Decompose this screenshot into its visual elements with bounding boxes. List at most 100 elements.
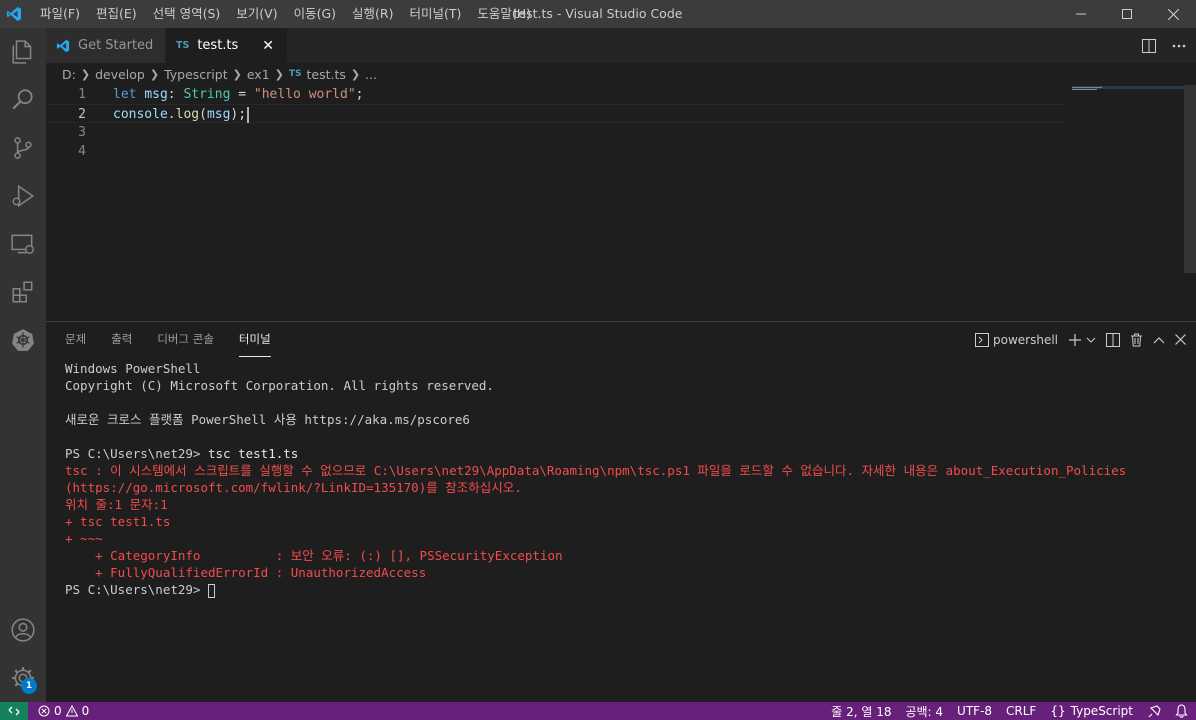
terminal-line: 새로운 크로스 플랫폼 PowerShell 사용 https://aka.ms… bbox=[65, 412, 470, 427]
code-line: 4 bbox=[46, 142, 1064, 161]
terminal-error-line: + ~~~ bbox=[65, 531, 103, 546]
bottom-panel: 문제 출력 디버그 콘솔 터미널 powershell Windows Powe… bbox=[46, 321, 1196, 703]
window-controls bbox=[1058, 0, 1196, 28]
code-editor[interactable]: 1 let msg: String = "hello world"; 2 con… bbox=[46, 85, 1196, 320]
error-count: 0 bbox=[54, 704, 62, 718]
close-panel-icon[interactable] bbox=[1175, 334, 1186, 345]
more-actions-icon[interactable] bbox=[1172, 44, 1186, 48]
code-text: console.log(msg); bbox=[113, 105, 250, 124]
manage-gear-icon[interactable]: 1 bbox=[0, 654, 46, 702]
terminal-select[interactable]: powershell bbox=[975, 332, 1058, 347]
split-editor-icon[interactable] bbox=[1142, 38, 1156, 53]
menu-file[interactable]: 파일(F) bbox=[32, 0, 88, 28]
code-line: 1 let msg: String = "hello world"; bbox=[46, 85, 1064, 104]
tab-test-ts-label: test.ts bbox=[197, 38, 239, 53]
breadcrumb-more[interactable]: ... bbox=[365, 67, 377, 82]
line-number: 2 bbox=[78, 107, 86, 122]
minimap[interactable] bbox=[1072, 85, 1184, 95]
encoding[interactable]: UTF-8 bbox=[957, 704, 992, 718]
close-window-button[interactable] bbox=[1150, 0, 1196, 28]
error-icon bbox=[38, 705, 50, 717]
typescript-file-icon: TS bbox=[288, 69, 302, 79]
line-number: 3 bbox=[78, 125, 86, 140]
terminal-icon bbox=[975, 332, 989, 347]
remote-explorer-icon[interactable] bbox=[0, 220, 46, 268]
maximize-button[interactable] bbox=[1104, 0, 1150, 28]
feedback-icon[interactable] bbox=[1147, 704, 1161, 718]
terminal-error-line: + FullyQualifiedErrorId : UnauthorizedAc… bbox=[65, 565, 427, 580]
chevron-down-icon[interactable] bbox=[1086, 336, 1096, 344]
editor-scrollbar[interactable] bbox=[1184, 85, 1196, 273]
breadcrumb-chevron-icon: ❯ bbox=[232, 67, 242, 81]
terminal-name: powershell bbox=[993, 332, 1058, 347]
menu-edit[interactable]: 편집(E) bbox=[88, 0, 145, 28]
breadcrumb-drive[interactable]: D: bbox=[62, 67, 76, 82]
tab-test-ts[interactable]: TS test.ts ✕ bbox=[166, 28, 288, 63]
tab-actions bbox=[1142, 28, 1186, 63]
source-control-icon[interactable] bbox=[0, 124, 46, 172]
menu-selection[interactable]: 선택 영역(S) bbox=[145, 0, 229, 28]
menu-bar: 파일(F) 편집(E) 선택 영역(S) 보기(V) 이동(G) 실행(R) 터… bbox=[32, 0, 539, 28]
tab-close-icon[interactable]: ✕ bbox=[262, 38, 274, 54]
extensions-icon[interactable] bbox=[0, 268, 46, 316]
code-line-current: 2 console.log(msg); bbox=[46, 104, 1064, 123]
editor-tabs: Get Started TS test.ts ✕ bbox=[46, 28, 1196, 63]
explorer-icon[interactable] bbox=[0, 28, 46, 76]
status-right: 줄 2, 열 18 공백: 4 UTF-8 CRLF {} TypeScript bbox=[831, 702, 1188, 720]
terminal-error-line: (https://go.microsoft.com/fwlink/?LinkID… bbox=[65, 480, 522, 495]
warning-icon bbox=[65, 705, 78, 717]
split-terminal-icon[interactable] bbox=[1106, 332, 1120, 347]
panel-actions: powershell bbox=[975, 322, 1186, 357]
account-icon[interactable] bbox=[0, 606, 46, 654]
remote-indicator-icon[interactable] bbox=[0, 702, 28, 720]
tab-output[interactable]: 출력 bbox=[111, 322, 132, 357]
terminal-line: Copyright (C) Microsoft Corporation. All… bbox=[65, 378, 494, 393]
tab-get-started-label: Get Started bbox=[78, 38, 154, 53]
minimize-button[interactable] bbox=[1058, 0, 1104, 28]
run-debug-icon[interactable] bbox=[0, 172, 46, 220]
trash-icon[interactable] bbox=[1130, 333, 1143, 347]
braces-icon: {} bbox=[1050, 704, 1066, 718]
tab-get-started[interactable]: Get Started bbox=[46, 28, 166, 63]
tab-problems[interactable]: 문제 bbox=[65, 322, 86, 357]
text-cursor bbox=[247, 106, 250, 123]
breadcrumb-chevron-icon: ❯ bbox=[149, 67, 160, 81]
terminal-output[interactable]: Windows PowerShell Copyright (C) Microsof… bbox=[65, 360, 1126, 598]
code-line: 3 bbox=[46, 123, 1064, 142]
code-text: let msg: String = "hello world"; bbox=[113, 87, 364, 102]
menu-run[interactable]: 실행(R) bbox=[344, 0, 401, 28]
end-of-line[interactable]: CRLF bbox=[1006, 704, 1036, 718]
breadcrumb-develop[interactable]: develop bbox=[95, 67, 145, 82]
search-icon[interactable] bbox=[0, 76, 46, 124]
status-bar: 0 0 줄 2, 열 18 공백: 4 UTF-8 CRLF {} TypeScr… bbox=[0, 702, 1196, 720]
breadcrumb-typescript[interactable]: Typescript bbox=[164, 67, 228, 82]
notifications-bell-icon[interactable] bbox=[1175, 704, 1188, 718]
vscode-tab-icon bbox=[56, 39, 70, 52]
language-mode[interactable]: {} TypeScript bbox=[1050, 704, 1133, 718]
breadcrumb-file[interactable]: test.ts bbox=[307, 67, 346, 82]
menu-help[interactable]: 도움말(H) bbox=[469, 0, 539, 28]
warning-count: 0 bbox=[81, 704, 90, 718]
breadcrumb-chevron-icon: ❯ bbox=[274, 67, 284, 81]
problems-status[interactable]: 0 0 bbox=[38, 704, 89, 718]
maximize-panel-chevron-up-icon[interactable] bbox=[1153, 336, 1165, 344]
terminal-line: Windows PowerShell bbox=[65, 361, 201, 376]
tab-terminal[interactable]: 터미널 bbox=[238, 322, 271, 357]
new-terminal-plus-icon[interactable] bbox=[1068, 333, 1082, 347]
breadcrumb-ex1[interactable]: ex1 bbox=[247, 67, 270, 82]
terminal-error-line: + tsc test1.ts bbox=[65, 514, 171, 529]
terminal-error-line: 위치 줄:1 문자:1 bbox=[65, 497, 168, 512]
menu-terminal[interactable]: 터미널(T) bbox=[402, 0, 470, 28]
title-bar: 파일(F) 편집(E) 선택 영역(S) 보기(V) 이동(G) 실행(R) 터… bbox=[0, 0, 1196, 28]
menu-go[interactable]: 이동(G) bbox=[286, 0, 344, 28]
cursor-position[interactable]: 줄 2, 열 18 bbox=[831, 703, 891, 720]
menu-view[interactable]: 보기(V) bbox=[228, 0, 285, 28]
indentation[interactable]: 공백: 4 bbox=[905, 703, 943, 720]
panel-tabs: 문제 출력 디버그 콘솔 터미널 bbox=[65, 322, 271, 357]
kubernetes-icon[interactable] bbox=[0, 316, 46, 364]
terminal-error-line: tsc : 이 시스템에서 스크립트를 실행할 수 없으므로 C:\Users\… bbox=[65, 463, 1127, 478]
breadcrumb: D: ❯ develop ❯ Typescript ❯ ex1 ❯ TS tes… bbox=[46, 63, 1196, 85]
line-number: 1 bbox=[78, 87, 86, 102]
tab-debug-console[interactable]: 디버그 콘솔 bbox=[157, 322, 214, 357]
terminal-command-line: PS C:\Users\net29> tsc test1.ts bbox=[65, 446, 299, 461]
